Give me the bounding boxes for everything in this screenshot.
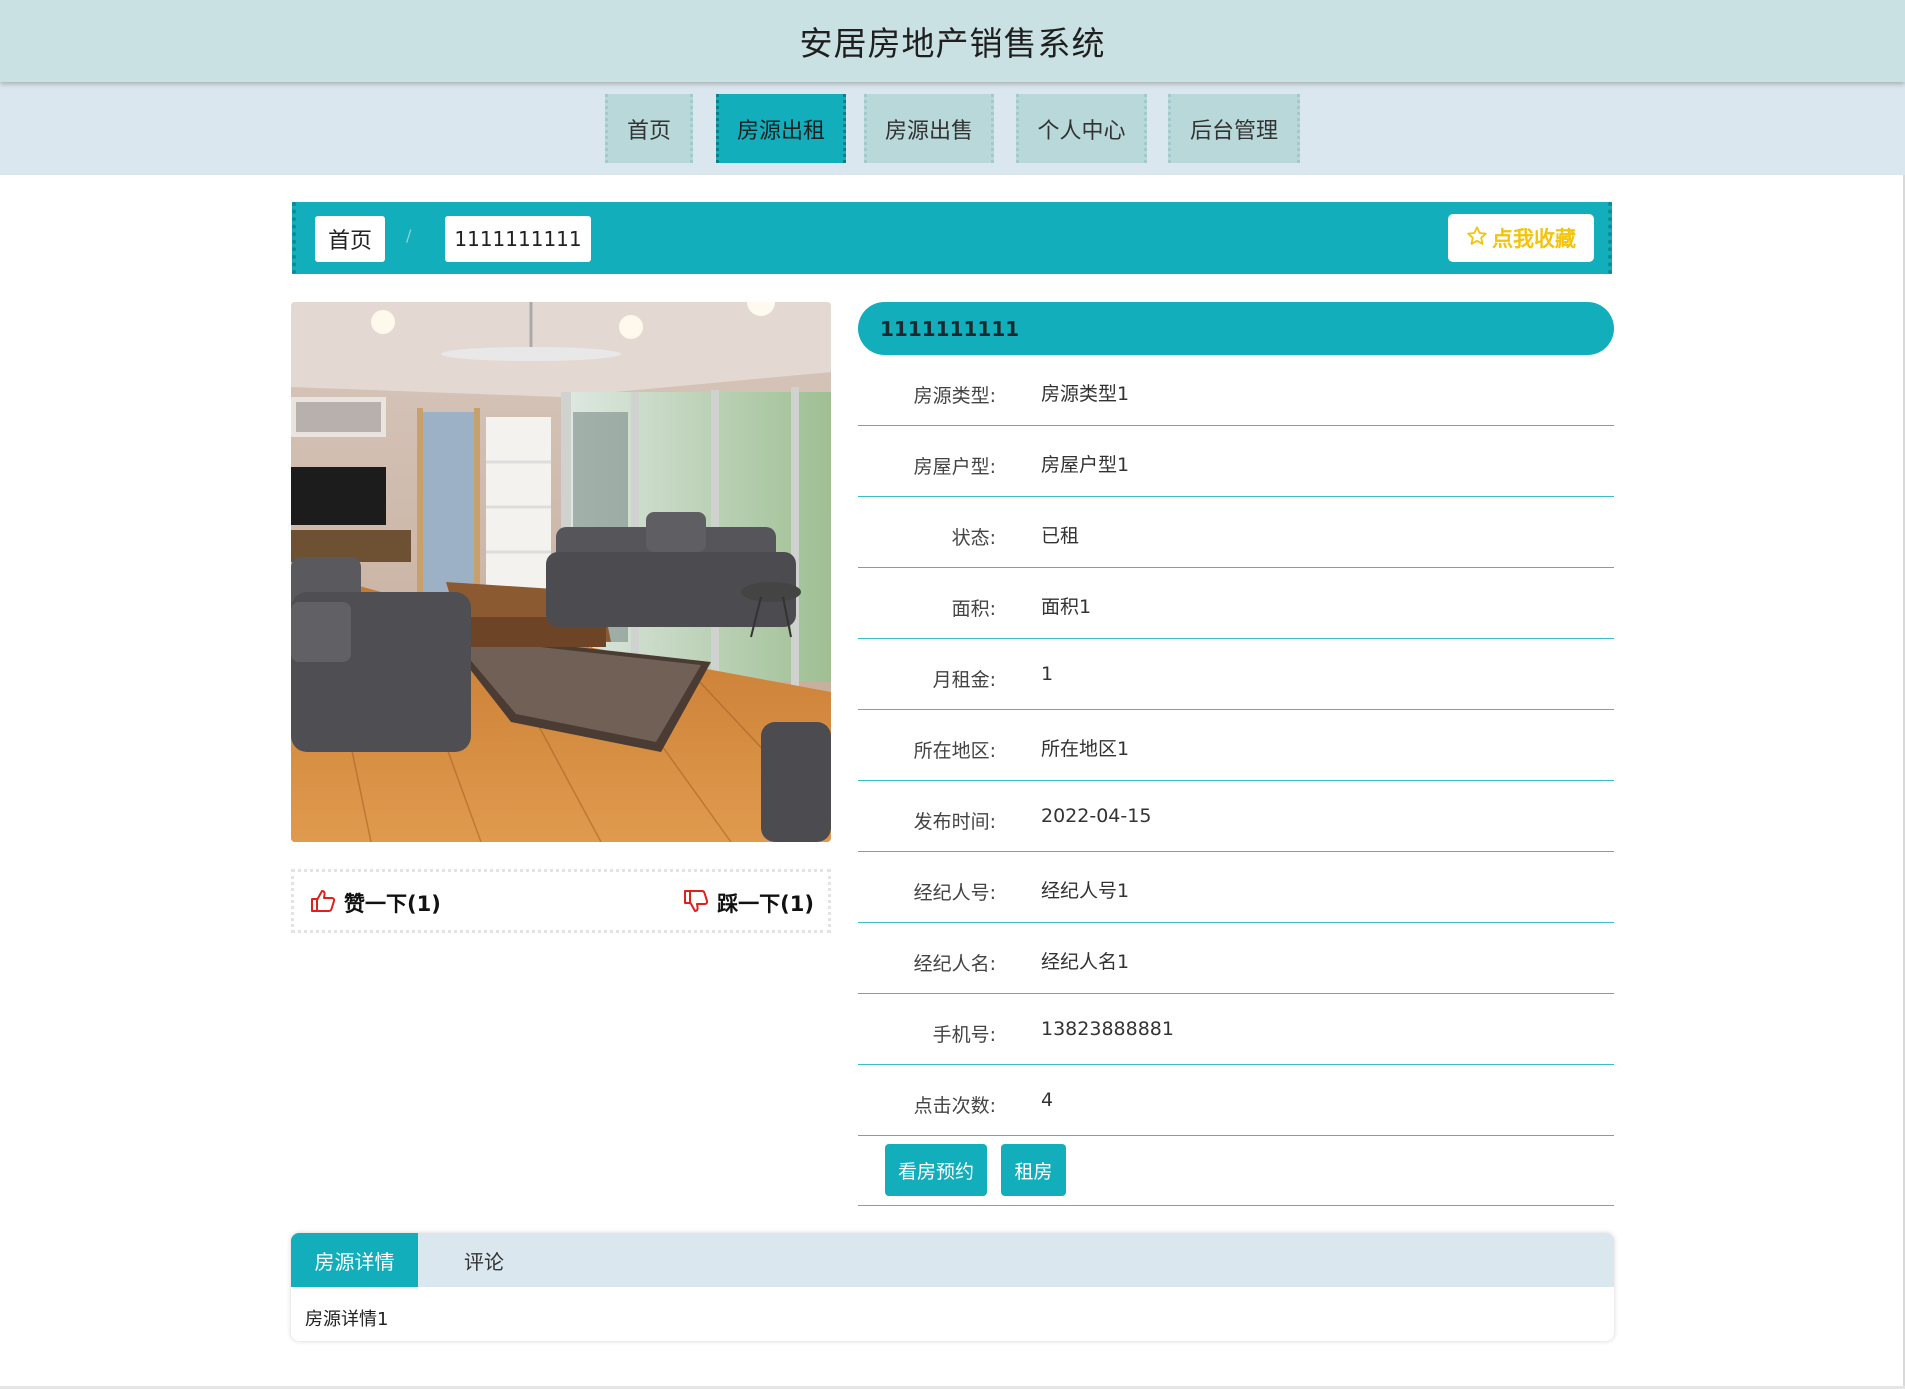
info-value: 13823888881: [1041, 1018, 1174, 1040]
info-value: 房源类型1: [1041, 383, 1130, 405]
tab-header: 房源详情 评论: [291, 1233, 1614, 1287]
tab-comments[interactable]: 评论: [418, 1233, 550, 1287]
favorite-label: 点我收藏: [1492, 227, 1576, 251]
info-row-type: 房源类型: 房源类型1: [858, 355, 1614, 426]
info-row-status: 状态: 已租: [858, 497, 1614, 568]
breadcrumb-home[interactable]: 首页: [315, 216, 385, 262]
info-label: 房源类型:: [913, 385, 996, 407]
info-value: 4: [1041, 1089, 1054, 1111]
living-room-photo: [291, 302, 831, 842]
favorite-button[interactable]: 点我收藏: [1448, 214, 1594, 262]
vote-box: 赞一下(1) 踩一下(1): [291, 869, 831, 933]
site-title: 安居房地产销售系统: [799, 24, 1106, 63]
nav-item-sale[interactable]: 房源出售: [864, 94, 994, 163]
detail-tabs: 房源详情 评论 房源详情1: [291, 1233, 1614, 1341]
info-value: 面积1: [1041, 596, 1092, 618]
breadcrumb-current: 1111111111: [445, 216, 591, 262]
site-header: 安居房地产销售系统: [0, 0, 1905, 82]
star-outline-icon: [1466, 225, 1488, 252]
info-label: 发布时间:: [913, 811, 996, 833]
breadcrumb: 首页 / 1111111111 点我收藏: [292, 202, 1612, 274]
dislike-label: 踩一下(1): [717, 892, 814, 916]
nav-item-admin[interactable]: 后台管理: [1168, 94, 1300, 163]
nav-item-profile[interactable]: 个人中心: [1016, 94, 1147, 163]
info-label: 面积:: [951, 598, 996, 620]
info-value: 所在地区1: [1041, 738, 1130, 760]
info-row-area: 面积: 面积1: [858, 568, 1614, 639]
info-value: 已租: [1041, 525, 1080, 547]
nav-item-rent[interactable]: 房源出租: [716, 94, 846, 163]
info-value: 经纪人号1: [1041, 880, 1130, 902]
like-button[interactable]: 赞一下(1): [310, 888, 441, 918]
info-label: 月租金:: [932, 669, 996, 691]
breadcrumb-separator: /: [406, 226, 412, 245]
info-label: 所在地区:: [913, 740, 996, 762]
info-label: 手机号:: [932, 1024, 996, 1046]
info-row-agent-id: 经纪人号: 经纪人号1: [858, 852, 1614, 923]
info-label: 经纪人号:: [913, 882, 996, 904]
nav-item-home[interactable]: 首页: [605, 94, 693, 163]
rent-button[interactable]: 租房: [1001, 1144, 1066, 1196]
thumbs-up-icon: [310, 889, 336, 918]
property-title: 1111111111: [858, 302, 1614, 355]
info-value: 房屋户型1: [1041, 454, 1130, 476]
info-value: 2022-04-15: [1041, 805, 1152, 827]
info-row-phone: 手机号: 13823888881: [858, 994, 1614, 1065]
info-row-publish-date: 发布时间: 2022-04-15: [858, 781, 1614, 852]
info-label: 状态:: [951, 527, 996, 549]
tab-property-details[interactable]: 房源详情: [291, 1233, 418, 1287]
info-label: 点击次数:: [913, 1095, 996, 1117]
info-value: 1: [1041, 663, 1054, 685]
info-row-region: 所在地区: 所在地区1: [858, 710, 1614, 781]
tab-content: 房源详情1: [305, 1309, 389, 1330]
info-label: 经纪人名:: [913, 953, 996, 975]
info-label: 房屋户型:: [913, 456, 996, 478]
main-nav: 首页 房源出租 房源出售 个人中心 后台管理: [0, 82, 1905, 175]
info-row-agent-name: 经纪人名: 经纪人名1: [858, 923, 1614, 994]
info-row-layout: 房屋户型: 房屋户型1: [858, 426, 1614, 497]
thumbs-down-icon: [683, 889, 709, 918]
like-label: 赞一下(1): [344, 892, 441, 916]
book-viewing-button[interactable]: 看房预约: [885, 1144, 987, 1196]
info-value: 经纪人名1: [1041, 951, 1130, 973]
info-row-rent: 月租金: 1: [858, 639, 1614, 710]
action-row: 看房预约 租房: [858, 1136, 1614, 1206]
info-row-clicks: 点击次数: 4: [858, 1065, 1614, 1136]
dislike-button[interactable]: 踩一下(1): [683, 888, 814, 918]
